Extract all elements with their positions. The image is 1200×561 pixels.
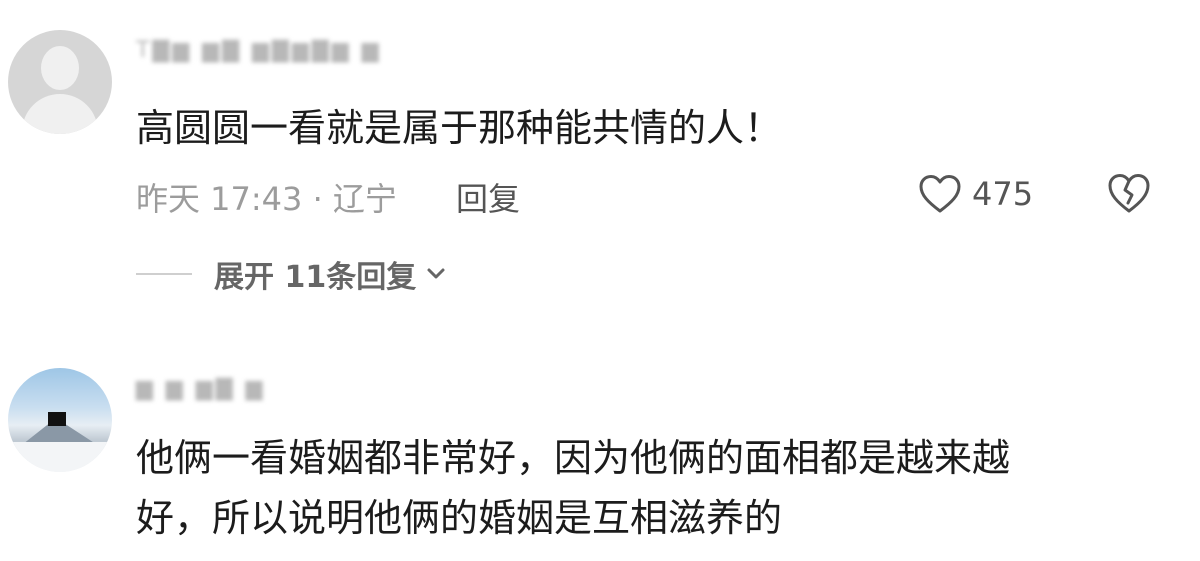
comment-time-location: 昨天 17:43 · 辽宁 — [136, 180, 397, 218]
username[interactable]: ▆ ▆ ▆▇ ▆ — [136, 376, 266, 401]
expand-replies-label: 展开 11条回复 — [214, 260, 417, 295]
expand-replies-button[interactable]: 展开 11条回复 — [136, 252, 448, 296]
comment-text: 他俩一看婚姻都非常好，因为他俩的面相都是越来越 好，所以说明他俩的婚姻是互相滋养… — [136, 428, 1156, 548]
reply-button[interactable]: 回复 — [456, 174, 520, 220]
avatar-snow — [8, 442, 112, 472]
username[interactable]: T▇▆ ▆▇ ▆▇▆▇▆ ▆ — [136, 38, 382, 63]
comment-item: T▇▆ ▆▇ ▆▇▆▇▆ ▆ 高圆圆一看就是属于那种能共情的人！ 昨天 17:4… — [0, 0, 1200, 330]
avatar[interactable] — [8, 368, 112, 472]
like-count: 475 — [972, 175, 1034, 213]
avatar-head — [41, 46, 79, 90]
comment-text: 高圆圆一看就是属于那种能共情的人！ — [136, 106, 783, 150]
like-button[interactable]: 475 — [918, 172, 1033, 216]
avatar-body — [22, 94, 98, 134]
dislike-button[interactable] — [1106, 172, 1152, 216]
divider-line — [136, 273, 192, 275]
comment-text-line: 他俩一看婚姻都非常好，因为他俩的面相都是越来越 — [136, 436, 1011, 480]
comment-text-line: 好，所以说明他俩的婚姻是互相滋养的 — [136, 496, 783, 540]
comment-item: ▆ ▆ ▆▇ ▆ 他俩一看婚姻都非常好，因为他俩的面相都是越来越 好，所以说明他… — [0, 350, 1200, 561]
chevron-down-icon — [427, 268, 445, 279]
heart-outline-icon — [919, 175, 961, 213]
avatar-mark — [48, 412, 66, 426]
broken-heart-icon — [1108, 174, 1150, 213]
avatar[interactable] — [8, 30, 112, 134]
